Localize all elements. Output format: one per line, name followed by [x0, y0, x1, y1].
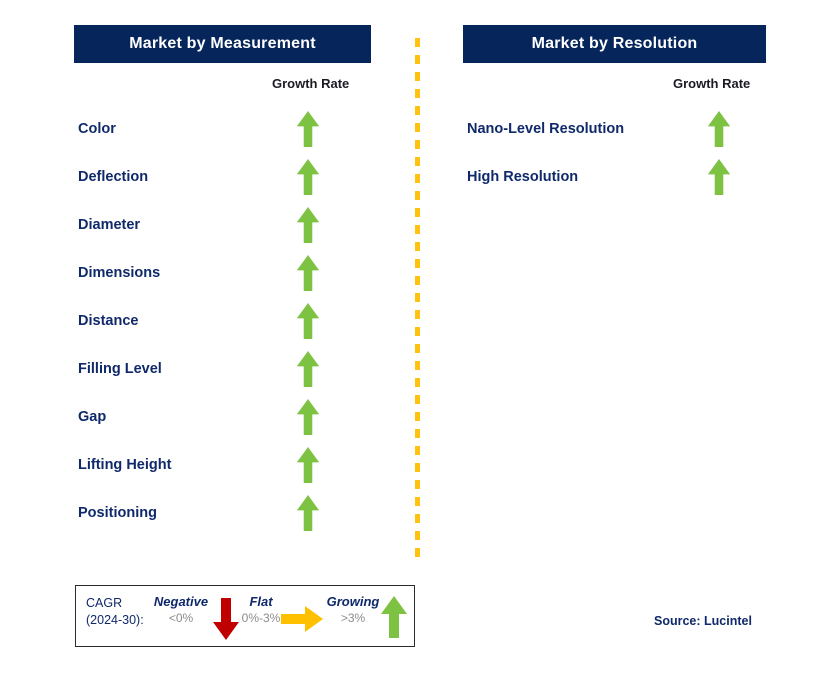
segment-row: Positioning: [0, 489, 410, 537]
segment-row: Color: [0, 105, 410, 153]
arrow-up-icon: [293, 447, 323, 483]
panel-market-by-resolution: Market by Resolution Growth Rate Nano-Le…: [419, 0, 829, 686]
growth-rate-column-header-measurement: Growth Rate: [272, 76, 350, 91]
divider-dash: [415, 480, 420, 489]
divider-dash: [415, 378, 420, 387]
divider-dash: [415, 38, 420, 47]
segment-label: Nano-Level Resolution: [467, 121, 625, 137]
arrow-up-icon: [293, 111, 323, 147]
segment-label: Deflection: [78, 169, 149, 185]
arrow-up-icon: [293, 351, 323, 387]
panel-market-by-measurement: Market by Measurement Growth Rate Color D…: [0, 0, 410, 686]
legend-item-negative: Negative <0%: [146, 594, 216, 625]
divider-dash: [415, 225, 420, 234]
divider-dash: [415, 548, 420, 557]
segment-row: Lifting Height: [0, 441, 410, 489]
segment-row: Gap: [0, 393, 410, 441]
divider-dash: [415, 276, 420, 285]
segment-row: Distance: [0, 297, 410, 345]
divider-dash: [415, 106, 420, 115]
legend-cagr-line1: CAGR: [86, 596, 123, 610]
segment-label: Dimensions: [78, 265, 161, 281]
legend-item-growing: Growing >3%: [318, 594, 388, 625]
segment-label: Distance: [78, 313, 139, 329]
arrow-up-icon: [293, 159, 323, 195]
divider-dash: [415, 72, 420, 81]
divider-dash: [415, 463, 420, 472]
arrow-up-icon: [704, 159, 734, 195]
segment-list-resolution: Nano-Level Resolution High Resolution: [419, 105, 829, 201]
divider-dash: [415, 174, 420, 183]
segment-row: Filling Level: [0, 345, 410, 393]
arrow-up-icon: [381, 596, 407, 643]
segment-label: Diameter: [78, 217, 141, 233]
arrow-up-icon: [293, 495, 323, 531]
growth-rate-column-header-resolution: Growth Rate: [673, 76, 751, 91]
divider-dash: [415, 157, 420, 166]
divider-dash: [415, 140, 420, 149]
divider-dash: [415, 123, 420, 132]
vertical-dashed-divider: [415, 38, 420, 586]
segment-list-measurement: Color Deflection Diameter Dimensions Distanc…: [0, 105, 410, 537]
arrow-up-icon: [293, 303, 323, 339]
arrow-down-icon: [213, 598, 239, 645]
legend-range-growing: >3%: [340, 611, 366, 625]
divider-dash: [415, 327, 420, 336]
legend-word-negative: Negative: [153, 594, 209, 609]
arrow-up-icon: [293, 399, 323, 435]
divider-dash: [415, 259, 420, 268]
panel-title-resolution: Market by Resolution: [463, 25, 766, 63]
segment-label: Filling Level: [78, 361, 162, 377]
divider-dash: [415, 361, 420, 370]
divider-dash: [415, 310, 420, 319]
arrow-up-icon: [293, 207, 323, 243]
segment-label: High Resolution: [467, 169, 579, 185]
segment-label: Positioning: [78, 505, 157, 521]
segment-label: Lifting Height: [78, 457, 172, 473]
divider-dash: [415, 344, 420, 353]
divider-dash: [415, 191, 420, 200]
divider-dash: [415, 531, 420, 540]
segment-label: Color: [78, 121, 116, 137]
legend-range-negative: <0%: [168, 611, 194, 625]
divider-dash: [415, 429, 420, 438]
segment-row: Deflection: [0, 153, 410, 201]
divider-dash: [415, 395, 420, 404]
divider-dash: [415, 242, 420, 251]
segment-row: Nano-Level Resolution: [419, 105, 829, 153]
segment-row: Dimensions: [0, 249, 410, 297]
segment-label: Gap: [78, 409, 107, 425]
segment-row: Diameter: [0, 201, 410, 249]
source-note: Source: Lucintel: [654, 614, 752, 628]
divider-dash: [415, 446, 420, 455]
divider-dash: [415, 208, 420, 217]
cagr-legend: CAGR (2024-30): Negative <0% Flat 0%-3% …: [75, 585, 415, 647]
legend-word-growing: Growing: [326, 594, 380, 609]
legend-cagr-label: CAGR (2024-30):: [86, 595, 144, 629]
divider-dash: [415, 55, 420, 64]
arrow-up-icon: [293, 255, 323, 291]
arrow-right-icon: [281, 606, 323, 637]
segment-row: High Resolution: [419, 153, 829, 201]
legend-cagr-line2: (2024-30):: [86, 613, 144, 627]
divider-dash: [415, 412, 420, 421]
divider-dash: [415, 89, 420, 98]
panel-title-measurement: Market by Measurement: [74, 25, 371, 63]
divider-dash: [415, 293, 420, 302]
arrow-up-icon: [704, 111, 734, 147]
divider-dash: [415, 497, 420, 506]
divider-dash: [415, 514, 420, 523]
